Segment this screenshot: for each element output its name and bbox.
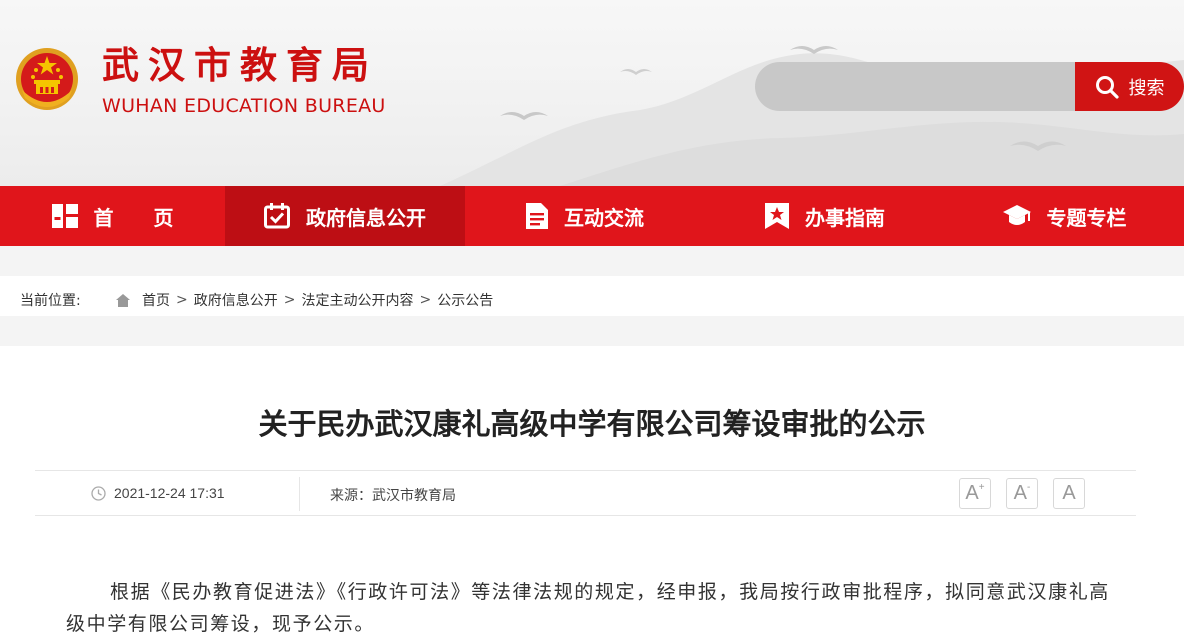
breadcrumb-label: 当前位置: (20, 293, 81, 309)
national-emblem-icon (16, 48, 78, 110)
breadcrumb-item-home[interactable]: 首页 (142, 290, 170, 310)
breadcrumb-spacer (0, 316, 1184, 346)
document-icon (526, 203, 548, 229)
nav-item-label: 专题专栏 (1046, 205, 1127, 230)
breadcrumb-item-notices[interactable]: 公示公告 (437, 290, 493, 310)
nav-item-label: 办事指南 (805, 205, 885, 230)
meta-divider (299, 477, 300, 511)
article-source: 来源：武汉市教育局 (330, 488, 456, 504)
font-decrease-button[interactable]: A- (1006, 478, 1038, 509)
home-grid-icon (51, 204, 78, 228)
nav-item-home[interactable]: 首 页 (0, 186, 225, 246)
bookmark-star-icon (765, 203, 789, 229)
breadcrumb: 当前位置: 首页 > 政府信息公开 > 法定主动公开内容 > 公示公告 (20, 290, 493, 310)
clock-icon (91, 485, 106, 501)
font-increase-button[interactable]: A + (959, 478, 991, 509)
nav-item-guide[interactable]: 办事指南 (705, 186, 945, 246)
article-body: 根据《民办教育促进法》《行政许可法》等法律法规的规定，经申报，我局按行政审批程序… (66, 581, 1110, 635)
home-icon (116, 293, 130, 307)
publish-date: 2021-12-24 17:31 (91, 485, 225, 501)
calendar-check-icon (264, 203, 290, 229)
search-button-label: 搜索 (1128, 77, 1165, 99)
article-meta: 2021-12-24 17:31 来源：武汉市教育局 A + A- A (35, 470, 1136, 516)
breadcrumb-separator: > (419, 292, 432, 308)
site-name-en: WUHAN EDUCATION BUREAU (102, 95, 386, 117)
breadcrumb-spacer (0, 246, 1184, 276)
nav-item-label: 互动交流 (564, 205, 644, 230)
search-icon (1095, 75, 1119, 99)
publish-date-text: 2021-12-24 17:31 (114, 485, 225, 501)
site-header: 武汉市教育局 WUHAN EDUCATION BUREAU 搜索 (0, 0, 1184, 186)
nav-item-label: 政府信息公开 (306, 205, 426, 230)
breadcrumb-item-statutory[interactable]: 法定主动公开内容 (301, 290, 413, 310)
nav-item-special[interactable]: 专题专栏 (945, 186, 1184, 246)
nav-item-label: 首 页 (93, 205, 174, 230)
graduation-cap-icon (1002, 205, 1031, 225)
search-input[interactable] (755, 62, 1079, 111)
site-name-cn: 武汉市教育局 (102, 44, 378, 87)
main-nav: 首 页 政府信息公开 互动交流 办事指南 专题专栏 (0, 186, 1184, 246)
article-title: 关于民办武汉康礼高级中学有限公司筹设审批的公示 (258, 407, 926, 441)
breadcrumb-item-gov-info[interactable]: 政府信息公开 (194, 290, 278, 310)
breadcrumb-separator: > (283, 292, 296, 308)
font-reset-button[interactable]: A (1053, 478, 1085, 509)
nav-item-gov-info[interactable]: 政府信息公开 (225, 186, 465, 246)
nav-item-interaction[interactable]: 互动交流 (465, 186, 705, 246)
breadcrumb-separator: > (176, 292, 188, 308)
search-button[interactable]: 搜索 (1075, 62, 1184, 111)
